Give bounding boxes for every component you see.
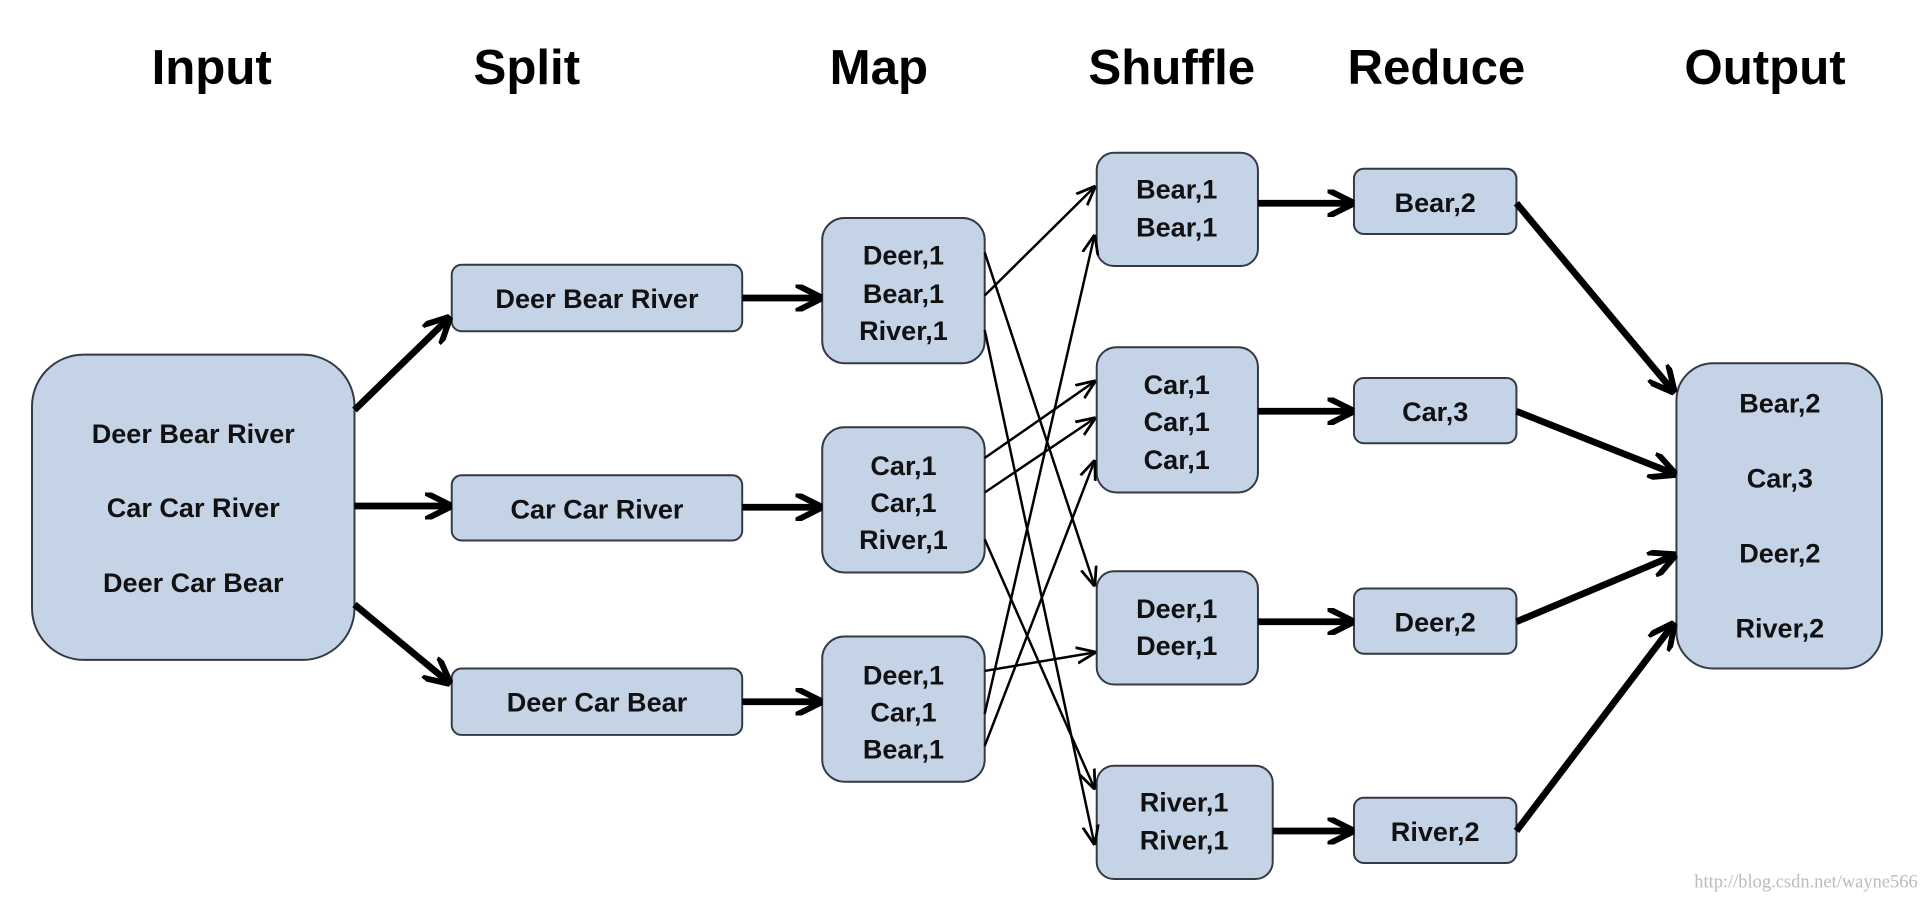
map-label: Bear,1 [863,278,944,309]
reduce-box: Car,3 [1352,377,1518,445]
output-line: Deer,2 [1739,538,1820,569]
shuffle-box: Car,1 Car,1 Car,1 [1095,346,1259,494]
reduce-box: Bear,2 [1352,167,1518,235]
watermark: http://blog.csdn.net/wayne566 [1694,872,1917,892]
header-split: Split [473,40,580,95]
map-box: Car,1 Car,1 River,1 [821,426,986,574]
output-box: Bear,2 Car,3 Deer,2 River,2 [1675,362,1883,670]
shuffle-arrow-bear [983,236,1095,715]
shuffle-label: Bear,1 [1136,173,1217,204]
split-label: Deer Bear River [495,283,699,314]
shuffle-label: Bear,1 [1136,211,1217,242]
input-line: Car Car River [107,492,280,523]
shuffle-arrows [983,187,1095,843]
arrow-reduce-output [1513,201,1671,389]
header-map: Map [830,40,928,95]
shuffle-label: Deer,1 [1136,593,1217,624]
split-label: Car Car River [510,493,683,524]
header-shuffle: Shuffle [1088,40,1255,95]
map-label: Car,1 [870,487,936,518]
shuffle-arrow-river [983,329,1095,843]
reduce-label: River,2 [1391,816,1480,847]
reduce-box: Deer,2 [1352,587,1518,655]
split-box: Deer Car Bear [450,667,744,736]
output-line: Car,3 [1747,463,1813,494]
reduce-label: Bear,2 [1395,187,1476,218]
map-label: Deer,1 [863,659,944,690]
shuffle-arrow-bear [983,187,1095,297]
input-box: Deer Bear River Car Car River Deer Car B… [31,353,356,661]
header-reduce: Reduce [1348,40,1526,95]
split-label: Deer Car Bear [507,687,688,718]
input-line: Deer Bear River [92,418,296,449]
shuffle-box: Deer,1 Deer,1 [1095,570,1259,686]
shuffle-label: River,1 [1140,786,1229,817]
output-line: Bear,2 [1739,387,1820,418]
map-label: River,1 [859,524,948,555]
reduce-label: Car,3 [1402,396,1468,427]
shuffle-arrow-car [983,382,1095,460]
reduce-box: River,2 [1352,796,1518,864]
input-line: Deer Car Bear [103,567,284,598]
map-box: Deer,1 Bear,1 River,1 [821,216,986,365]
shuffle-arrow-car [983,462,1095,747]
shuffle-arrow-car [984,419,1095,494]
split-box: Car Car River [450,474,744,542]
arrow-reduce-output [1515,408,1671,473]
header-output: Output [1684,40,1845,95]
map-label: Bear,1 [863,733,944,764]
shuffle-label: Car,1 [1144,406,1210,437]
shuffle-box: River,1 River,1 [1095,764,1274,880]
shuffle-box: Bear,1 Bear,1 [1095,151,1259,267]
map-label: Car,1 [870,696,936,727]
arrow-reduce-output [1515,556,1671,625]
shuffle-arrow-deer [984,652,1095,673]
map-box: Deer,1 Car,1 Bear,1 [821,635,986,783]
arrow-input-split [352,601,446,680]
shuffle-label: Car,1 [1144,369,1210,400]
map-label: Deer,1 [863,240,944,271]
shuffle-label: Deer,1 [1136,630,1217,661]
header-input: Input [152,40,272,95]
reduce-label: Deer,2 [1395,607,1476,638]
map-label: River,1 [859,315,948,346]
arrow-reduce-output [1513,627,1671,833]
shuffle-arrow-river [983,538,1095,788]
map-label: Car,1 [870,450,936,481]
arrow-input-split [352,320,446,413]
shuffle-label: River,1 [1140,824,1229,855]
split-box: Deer Bear River [450,263,744,333]
mapreduce-diagram: Input Split Map Shuffle Reduce Output De… [31,40,1918,892]
shuffle-label: Car,1 [1144,444,1210,475]
output-line: River,2 [1735,613,1824,644]
